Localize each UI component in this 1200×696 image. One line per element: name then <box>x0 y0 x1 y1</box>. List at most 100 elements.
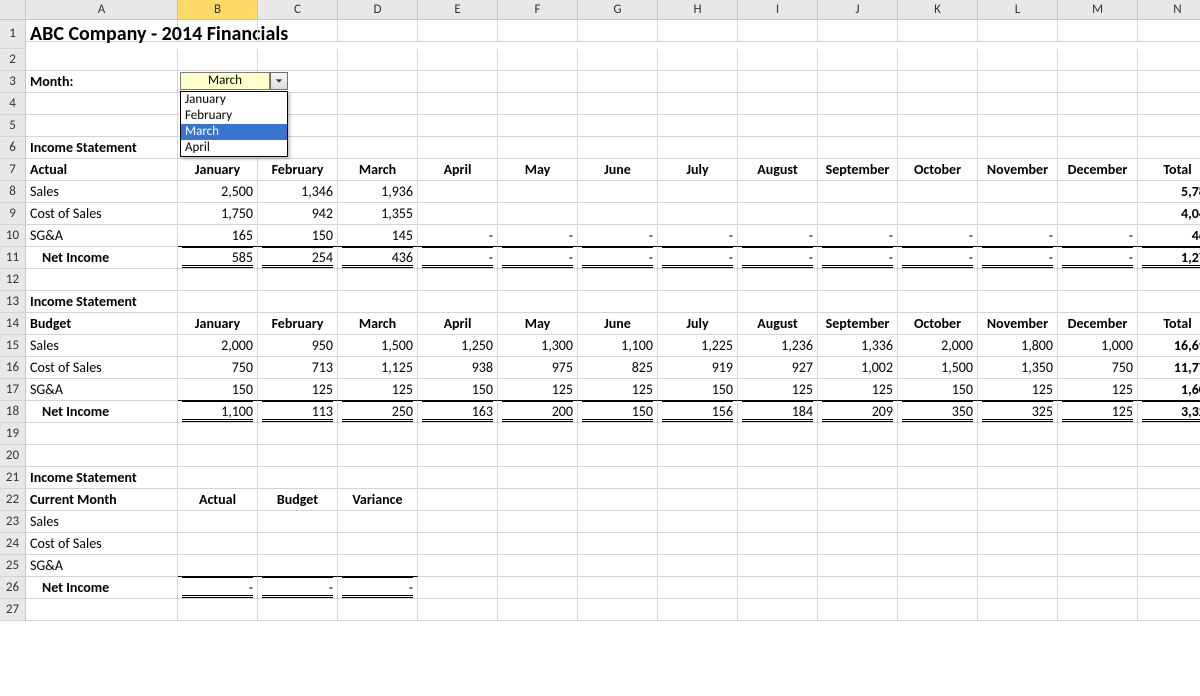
data-cell[interactable]: 919 <box>658 357 738 379</box>
cell[interactable] <box>818 555 898 577</box>
cell[interactable] <box>1138 49 1200 71</box>
column-header-L[interactable]: L <box>978 0 1058 20</box>
cell[interactable] <box>418 291 498 313</box>
data-cell[interactable]: 150 <box>418 379 498 401</box>
data-cell[interactable]: 1,100 <box>578 335 658 357</box>
cell[interactable] <box>578 269 658 291</box>
cell[interactable] <box>898 71 978 93</box>
cell[interactable] <box>658 489 738 511</box>
cell[interactable] <box>658 467 738 489</box>
data-cell[interactable]: 1,350 <box>978 357 1058 379</box>
cell[interactable] <box>1058 291 1138 313</box>
data-cell[interactable]: 254 <box>258 247 338 269</box>
data-cell[interactable]: 145 <box>338 225 418 247</box>
cell[interactable] <box>498 115 578 137</box>
cell[interactable] <box>258 445 338 467</box>
row-total[interactable]: 4,047 <box>1138 203 1200 225</box>
cell[interactable] <box>658 49 738 71</box>
cell[interactable] <box>658 137 738 159</box>
column-header-C[interactable]: C <box>258 0 338 20</box>
cell[interactable] <box>418 49 498 71</box>
data-cell[interactable] <box>498 181 578 203</box>
data-cell[interactable]: 1,500 <box>898 357 978 379</box>
cell[interactable] <box>658 423 738 445</box>
cell[interactable] <box>418 577 498 599</box>
data-cell[interactable]: 942 <box>258 203 338 225</box>
cell[interactable] <box>898 423 978 445</box>
row-header-6[interactable]: 6 <box>0 137 26 159</box>
data-cell[interactable]: 1,225 <box>658 335 738 357</box>
cell[interactable] <box>418 467 498 489</box>
cell[interactable] <box>498 555 578 577</box>
data-cell[interactable] <box>258 511 338 533</box>
cell[interactable] <box>1058 71 1138 93</box>
data-cell[interactable]: 150 <box>658 379 738 401</box>
data-cell[interactable] <box>338 533 418 555</box>
data-cell[interactable]: 1,300 <box>498 335 578 357</box>
cell[interactable] <box>338 423 418 445</box>
cell[interactable] <box>1138 423 1200 445</box>
data-cell[interactable] <box>658 203 738 225</box>
cell[interactable] <box>418 137 498 159</box>
cell[interactable] <box>978 511 1058 533</box>
data-cell[interactable]: - <box>338 577 418 599</box>
row-header-25[interactable]: 25 <box>0 555 26 577</box>
cell[interactable] <box>1058 137 1138 159</box>
cell[interactable] <box>818 49 898 71</box>
cell[interactable] <box>1058 555 1138 577</box>
row-header-20[interactable]: 20 <box>0 445 26 467</box>
data-cell[interactable]: 927 <box>738 357 818 379</box>
column-header-F[interactable]: F <box>498 0 578 20</box>
select-all-corner[interactable] <box>0 0 26 20</box>
cell[interactable] <box>178 269 258 291</box>
data-cell[interactable]: 184 <box>738 401 818 423</box>
dropdown-option[interactable]: April <box>181 140 287 156</box>
data-cell[interactable] <box>178 555 258 577</box>
row-header-15[interactable]: 15 <box>0 335 26 357</box>
cell[interactable] <box>498 93 578 115</box>
cell[interactable] <box>898 489 978 511</box>
data-cell[interactable] <box>178 511 258 533</box>
cell[interactable] <box>898 291 978 313</box>
cell[interactable] <box>418 445 498 467</box>
month-dropdown-cell[interactable]: MarchJanuaryFebruaryMarchApril <box>178 71 258 93</box>
cell[interactable] <box>738 71 818 93</box>
cell[interactable] <box>818 115 898 137</box>
month-dropdown-value[interactable]: March <box>180 72 270 90</box>
cell[interactable] <box>1058 423 1138 445</box>
cell[interactable] <box>338 71 418 93</box>
data-cell[interactable]: - <box>738 247 818 269</box>
row-header-27[interactable]: 27 <box>0 599 26 621</box>
row-header-14[interactable]: 14 <box>0 313 26 335</box>
data-cell[interactable] <box>578 203 658 225</box>
data-cell[interactable] <box>338 555 418 577</box>
data-cell[interactable]: - <box>658 225 738 247</box>
data-cell[interactable]: 436 <box>338 247 418 269</box>
cell[interactable] <box>738 137 818 159</box>
cell[interactable] <box>1138 269 1200 291</box>
cell[interactable] <box>1058 115 1138 137</box>
cell[interactable] <box>1138 137 1200 159</box>
cell[interactable] <box>578 555 658 577</box>
cell[interactable] <box>1058 269 1138 291</box>
data-cell[interactable]: - <box>658 247 738 269</box>
data-cell[interactable]: 125 <box>578 379 658 401</box>
cell[interactable] <box>738 467 818 489</box>
row-header-4[interactable]: 4 <box>0 93 26 115</box>
row-total[interactable]: 1,600 <box>1138 379 1200 401</box>
data-cell[interactable]: 2,500 <box>178 181 258 203</box>
cell[interactable] <box>978 49 1058 71</box>
cell[interactable] <box>818 71 898 93</box>
row-header-11[interactable]: 11 <box>0 247 26 269</box>
cell[interactable] <box>898 577 978 599</box>
cell[interactable] <box>1138 20 1200 42</box>
cell[interactable] <box>978 599 1058 621</box>
cell[interactable] <box>898 93 978 115</box>
cell[interactable] <box>578 445 658 467</box>
cell[interactable] <box>898 445 978 467</box>
cell[interactable] <box>978 489 1058 511</box>
cell[interactable] <box>818 511 898 533</box>
cell[interactable] <box>578 49 658 71</box>
row-header-5[interactable]: 5 <box>0 115 26 137</box>
row-header-7[interactable]: 7 <box>0 159 26 181</box>
